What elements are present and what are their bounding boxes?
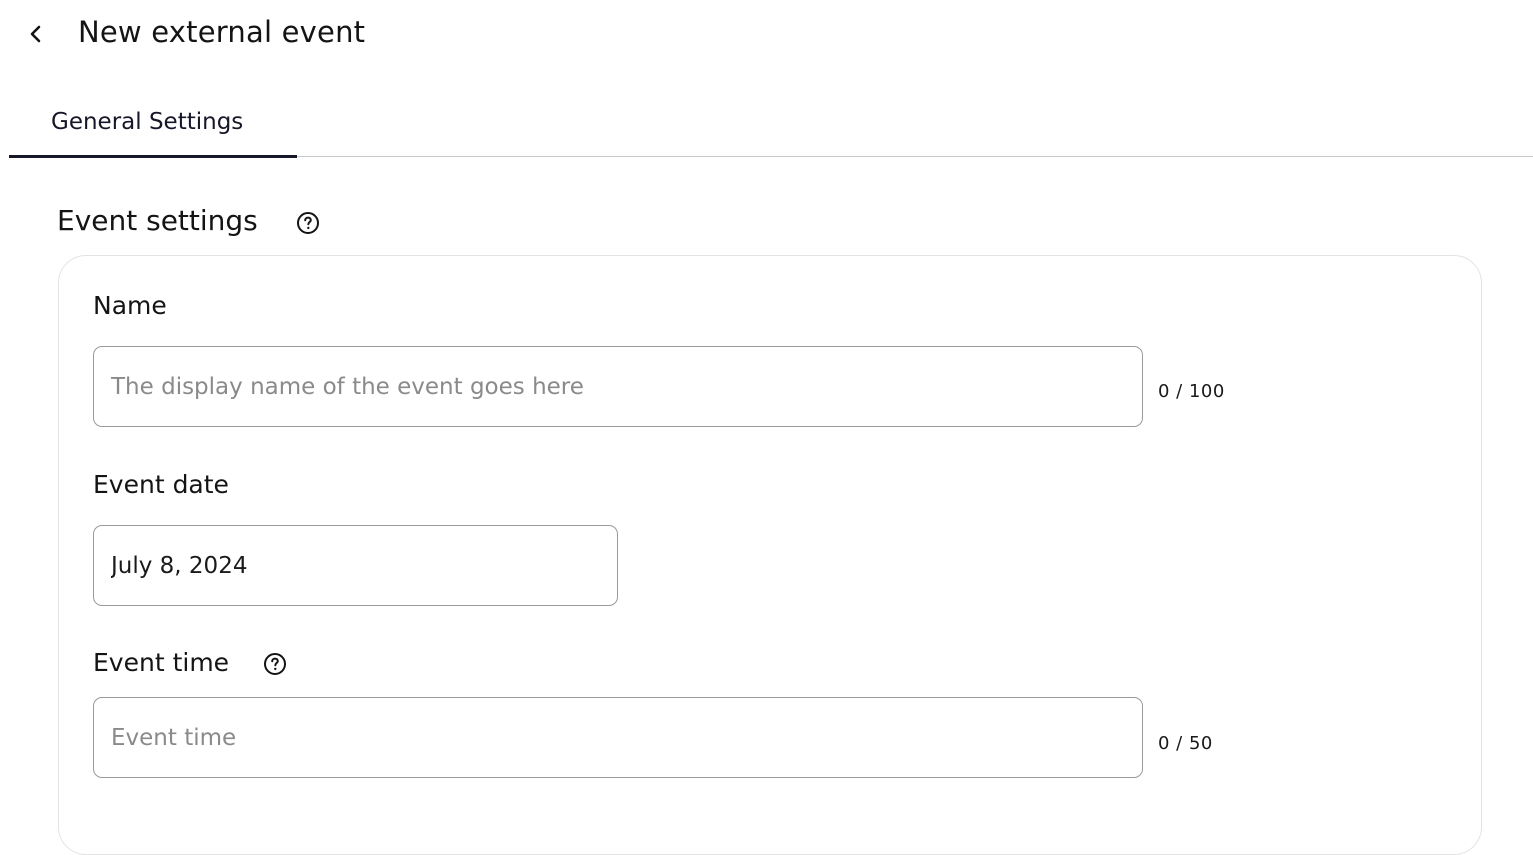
active-tab-indicator: [9, 155, 297, 158]
event-date-label: Event date: [93, 470, 229, 499]
event-time-char-counter: 0 / 50: [1158, 733, 1213, 754]
section-title: Event settings: [57, 204, 258, 237]
name-label: Name: [93, 291, 167, 320]
back-button[interactable]: [22, 20, 50, 48]
name-char-counter: 0 / 100: [1158, 381, 1225, 402]
name-input[interactable]: [93, 346, 1143, 427]
tab-general-settings[interactable]: General Settings: [9, 92, 297, 158]
tab-label: General Settings: [51, 109, 244, 135]
tab-bar: General Settings: [9, 92, 1533, 158]
event-time-label: Event time: [93, 648, 230, 677]
page-title: New external event: [78, 15, 366, 49]
page-header: New external event: [0, 0, 1533, 70]
help-circle-icon[interactable]: [263, 652, 287, 676]
event-time-input[interactable]: [93, 697, 1143, 778]
chevron-left-icon: [30, 25, 41, 43]
help-circle-icon[interactable]: [296, 211, 320, 235]
event-date-input[interactable]: [93, 525, 618, 606]
